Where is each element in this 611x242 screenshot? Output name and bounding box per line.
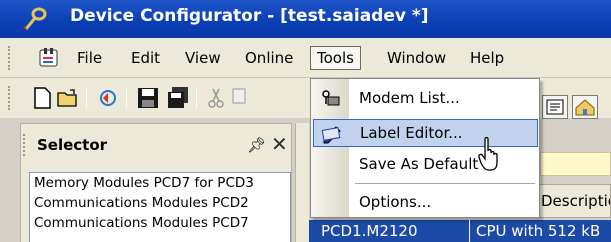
window-title: Device Configurator - [test.saiadev *] <box>70 6 429 26</box>
menu-tools[interactable]: Tools <box>310 46 361 70</box>
toolbar-button-text[interactable] <box>542 95 568 119</box>
content-splitter[interactable] <box>295 123 309 242</box>
modem-icon <box>322 90 340 106</box>
toolbar-button-home[interactable] <box>572 95 598 119</box>
text-list-icon <box>546 99 564 115</box>
menu-item-label: Label Editor... <box>360 124 463 142</box>
menu-view[interactable]: View <box>185 46 221 70</box>
menubar-grip[interactable] <box>8 46 11 70</box>
close-icon[interactable]: ✕ <box>271 132 288 156</box>
home-icon <box>575 99 595 116</box>
menu-item-label: Options... <box>359 193 432 211</box>
selector-panel: Selector 📌︎ ✕ Memory Modules PCD7 for PC… <box>20 123 292 242</box>
column-header-description[interactable]: Description <box>530 184 611 218</box>
selector-grip[interactable] <box>23 134 26 156</box>
row-description: CPU with 512 kB <box>469 220 600 242</box>
list-item[interactable]: Communications Modules PCD7 <box>30 213 290 233</box>
menu-item-label-editor[interactable]: Label Editor... <box>313 119 538 147</box>
menu-item-save-as-default[interactable]: Save As Default <box>313 151 538 179</box>
menu-item-label: Save As Default <box>359 155 479 173</box>
menu-edit[interactable]: Edit <box>131 46 160 70</box>
title-bar: Device Configurator - [test.saiadev *] <box>0 0 611 38</box>
app-icon <box>23 7 47 30</box>
info-strip <box>540 152 611 176</box>
menu-help[interactable]: Help <box>470 46 504 70</box>
menu-file[interactable]: File <box>77 46 102 70</box>
table-row[interactable]: PCD1.M2120 CPU with 512 kB <box>309 220 611 242</box>
save-icon[interactable] <box>136 86 160 110</box>
menu-bar: File Edit View Online Tools Window Help <box>0 38 611 78</box>
tools-dropdown-menu: Modem List... Label Editor... Save As De… <box>310 78 540 218</box>
save-all-icon[interactable] <box>166 86 190 110</box>
copy-icon[interactable] <box>230 86 254 110</box>
menu-separator <box>355 183 535 184</box>
menu-online[interactable]: Online <box>245 46 293 70</box>
toolbar-separator <box>196 88 197 108</box>
row-id: PCD1.M2120 <box>321 222 418 240</box>
pin-icon[interactable]: 📌︎ <box>247 136 266 154</box>
new-file-icon[interactable] <box>30 86 54 110</box>
mouse-cursor-icon <box>478 137 498 171</box>
list-item[interactable]: Communications Modules PCD2 <box>30 193 290 213</box>
selector-title: Selector <box>37 136 108 154</box>
menu-item-options[interactable]: Options... <box>313 189 538 217</box>
label-editor-icon <box>321 126 341 144</box>
toolbar-grip[interactable] <box>8 86 11 110</box>
menu-item-label: Modem List... <box>359 89 460 107</box>
menu-item-modem-list[interactable]: Modem List... <box>313 85 538 113</box>
open-folder-icon[interactable] <box>56 86 80 110</box>
menu-window[interactable]: Window <box>387 46 446 70</box>
connect-icon[interactable] <box>96 86 120 110</box>
list-item[interactable]: Memory Modules PCD7 for PCD3 <box>30 173 290 193</box>
app-menu-icon[interactable] <box>38 47 60 69</box>
selector-list[interactable]: Memory Modules PCD7 for PCD3 Communicati… <box>29 172 291 242</box>
cut-icon[interactable] <box>204 86 228 110</box>
toolbar-separator <box>126 88 127 108</box>
toolbar-separator <box>86 88 87 108</box>
